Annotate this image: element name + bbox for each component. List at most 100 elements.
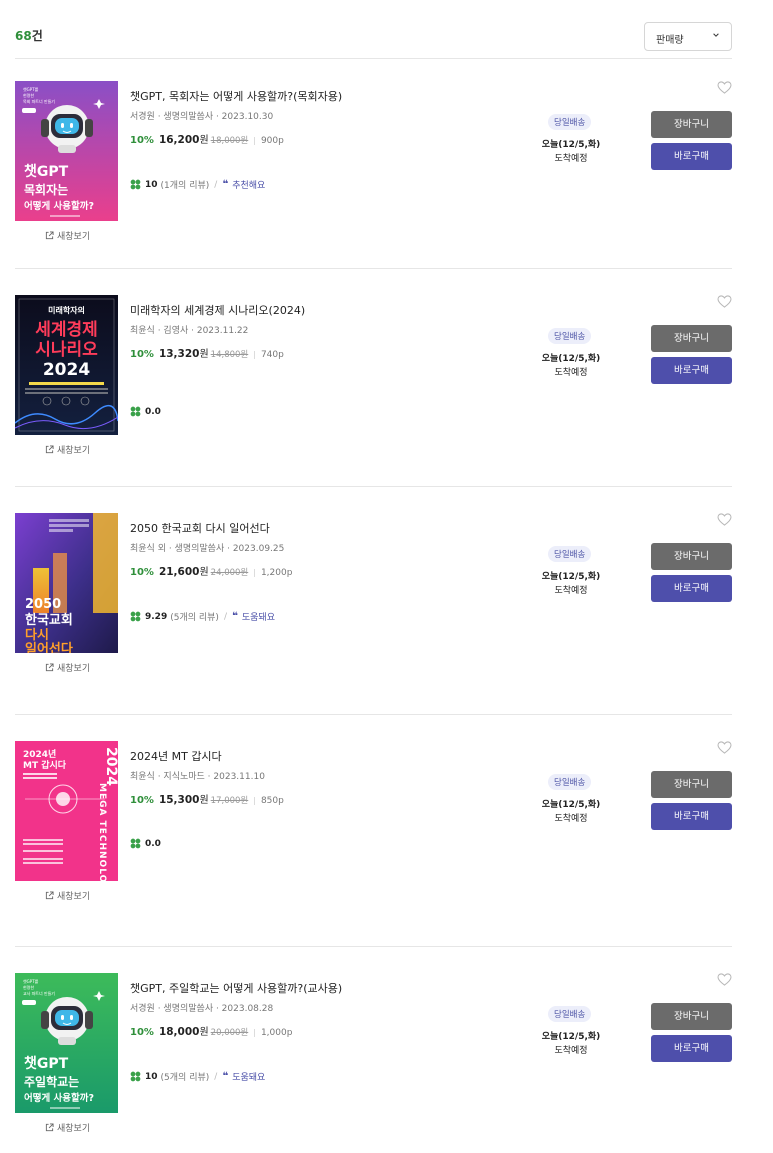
new-window-link[interactable]: 새창보기 xyxy=(45,889,90,902)
new-window-label: 새창보기 xyxy=(57,1124,91,1134)
rating-score: 0.0 xyxy=(145,838,161,849)
svg-text:2024년: 2024년 xyxy=(23,748,56,760)
delivery-date: 오늘(12/5,화) xyxy=(541,354,601,364)
heart-icon[interactable] xyxy=(717,741,732,754)
add-to-cart-button[interactable]: 장바구니 xyxy=(651,771,732,798)
review-count[interactable]: (5개의 리뷰) xyxy=(170,610,219,623)
svg-text:어떻게 사용할까?: 어떻게 사용할까? xyxy=(24,200,94,212)
original-price: 20,000원 xyxy=(210,1028,249,1038)
svg-text:어떻게 사용할까?: 어떻게 사용할까? xyxy=(24,1092,94,1104)
heart-icon[interactable] xyxy=(717,81,732,94)
book-title[interactable]: 2050 한국교회 다시 일어선다 xyxy=(130,520,270,536)
new-window-label: 새창보기 xyxy=(57,892,91,902)
book-title[interactable]: 챗GPT, 목회자는 어떻게 사용할까?(목회자용) xyxy=(130,88,342,104)
review-count[interactable]: (1개의 리뷰) xyxy=(161,178,210,191)
svg-text:MT 갑시다: MT 갑시다 xyxy=(23,759,67,771)
currency-won: 원 xyxy=(199,567,209,578)
buy-now-button[interactable]: 바로구매 xyxy=(651,803,732,830)
rating-row: 0.0 xyxy=(130,406,164,417)
book-price: 10% 16,200 원 18,000원 | 900p xyxy=(130,131,284,146)
book-title[interactable]: 2024년 MT 갑시다 xyxy=(130,748,222,764)
delivery-info: 오늘(12/5,화) 도착예정 xyxy=(535,138,607,166)
buy-now-button[interactable]: 바로구매 xyxy=(651,1035,732,1062)
delivery-note: 도착예정 xyxy=(554,368,588,378)
same-day-badge: 당일배송 xyxy=(548,1006,592,1022)
page-count: 740p xyxy=(260,350,284,360)
book-price: 10% 13,320 원 14,800원 | 740p xyxy=(130,345,284,360)
svg-text:2024: 2024 xyxy=(103,747,118,786)
external-link-icon xyxy=(45,445,54,454)
external-link-icon xyxy=(45,663,54,672)
svg-text:교사 파트너 만들기: 교사 파트너 만들기 xyxy=(23,990,55,996)
discount-rate: 10% xyxy=(130,795,154,806)
heart-icon[interactable] xyxy=(717,973,732,986)
quote-icon: ❝ xyxy=(222,179,229,190)
book-meta: 최윤식 · 지식노마드 · 2023.11.10 xyxy=(130,772,265,782)
price-separator: | xyxy=(253,568,256,577)
heart-icon[interactable] xyxy=(717,295,732,308)
book-cover[interactable]: 미래학자의 세계경제 시나리오 2024 xyxy=(15,295,118,435)
svg-text:현명한: 현명한 xyxy=(23,984,34,990)
review-count[interactable]: (5개의 리뷰) xyxy=(161,1070,210,1083)
new-window-link[interactable]: 새창보기 xyxy=(45,661,90,674)
add-to-cart-button[interactable]: 장바구니 xyxy=(651,325,732,352)
rating-separator: / xyxy=(214,1071,218,1082)
svg-text:주일학교는: 주일학교는 xyxy=(24,1074,79,1089)
price-separator: | xyxy=(253,136,256,145)
same-day-badge: 당일배송 xyxy=(548,114,592,130)
external-link-icon xyxy=(45,891,54,900)
book-item: 챗GPT를 현명한 목회 파트너 만들기 챗GPT 목회자는 어떻게 사용할까?… xyxy=(15,81,732,281)
same-day-badge: 당일배송 xyxy=(548,546,592,562)
add-to-cart-button[interactable]: 장바구니 xyxy=(651,1003,732,1030)
external-link-icon xyxy=(45,1123,54,1132)
sort-select[interactable]: 판매량 xyxy=(644,22,732,51)
result-count-suffix: 건 xyxy=(31,29,43,43)
price-separator: | xyxy=(253,350,256,359)
book-cover[interactable]: 챗GPT를 현명한 교사 파트너 만들기 챗GPT 주일학교는 어떻게 사용할까… xyxy=(15,973,118,1113)
buy-now-button[interactable]: 바로구매 xyxy=(651,143,732,170)
svg-text:2050: 2050 xyxy=(25,597,61,612)
divider xyxy=(15,486,732,487)
rating-score: 0.0 xyxy=(145,406,161,417)
delivery-note: 도착예정 xyxy=(554,814,588,824)
buy-now-button[interactable]: 바로구매 xyxy=(651,357,732,384)
rating-score: 10 xyxy=(145,179,158,190)
svg-text:세계경제: 세계경제 xyxy=(35,320,98,340)
discount-rate: 10% xyxy=(130,1027,154,1038)
svg-text:챗GPT를: 챗GPT를 xyxy=(23,86,39,92)
rating-score: 10 xyxy=(145,1071,158,1082)
book-cover[interactable]: 챗GPT를 현명한 목회 파트너 만들기 챗GPT 목회자는 어떻게 사용할까? xyxy=(15,81,118,221)
quote-icon: ❝ xyxy=(222,1071,229,1082)
new-window-link[interactable]: 새창보기 xyxy=(45,1121,90,1134)
delivery-note: 도착예정 xyxy=(554,586,588,596)
book-item: 미래학자의 세계경제 시나리오 2024 새창보기 미래학자의 세계경제 시나리… xyxy=(15,295,732,495)
book-item: 2024년 MT 갑시다 2024 MEGA TECHNOLOGY 새창보기 2… xyxy=(15,741,732,941)
book-cover[interactable]: 2024년 MT 갑시다 2024 MEGA TECHNOLOGY xyxy=(15,741,118,881)
clover-icon xyxy=(130,838,141,849)
svg-text:MEGA TECHNOLOGY: MEGA TECHNOLOGY xyxy=(97,783,107,881)
new-window-link[interactable]: 새창보기 xyxy=(45,443,90,456)
discount-rate: 10% xyxy=(130,135,154,146)
sort-select-value: 판매량 xyxy=(656,35,684,46)
buy-now-button[interactable]: 바로구매 xyxy=(651,575,732,602)
book-title[interactable]: 챗GPT, 주일학교는 어떻게 사용할까?(교사용) xyxy=(130,980,342,996)
heart-icon[interactable] xyxy=(717,513,732,526)
clover-icon xyxy=(130,179,141,190)
book-item: 2050 한국교회 다시 일어선다 새창보기 2050 한국교회 다시 일어선다… xyxy=(15,513,732,713)
new-window-link[interactable]: 새창보기 xyxy=(45,229,90,242)
clover-icon xyxy=(130,1071,141,1082)
delivery-info: 오늘(12/5,화) 도착예정 xyxy=(535,352,607,380)
delivery-info: 오늘(12/5,화) 도착예정 xyxy=(535,798,607,826)
book-cover[interactable]: 2050 한국교회 다시 일어선다 xyxy=(15,513,118,653)
same-day-badge: 당일배송 xyxy=(548,774,592,790)
delivery-date: 오늘(12/5,화) xyxy=(541,572,601,582)
add-to-cart-button[interactable]: 장바구니 xyxy=(651,111,732,138)
add-to-cart-button[interactable]: 장바구니 xyxy=(651,543,732,570)
book-title[interactable]: 미래학자의 세계경제 시나리오(2024) xyxy=(130,302,305,318)
sale-price: 13,320 xyxy=(158,348,200,360)
rating-row: 0.0 xyxy=(130,838,164,849)
price-separator: | xyxy=(253,796,256,805)
sale-price: 16,200 xyxy=(158,134,200,146)
currency-won: 원 xyxy=(199,795,209,806)
rating-separator: / xyxy=(223,611,227,622)
